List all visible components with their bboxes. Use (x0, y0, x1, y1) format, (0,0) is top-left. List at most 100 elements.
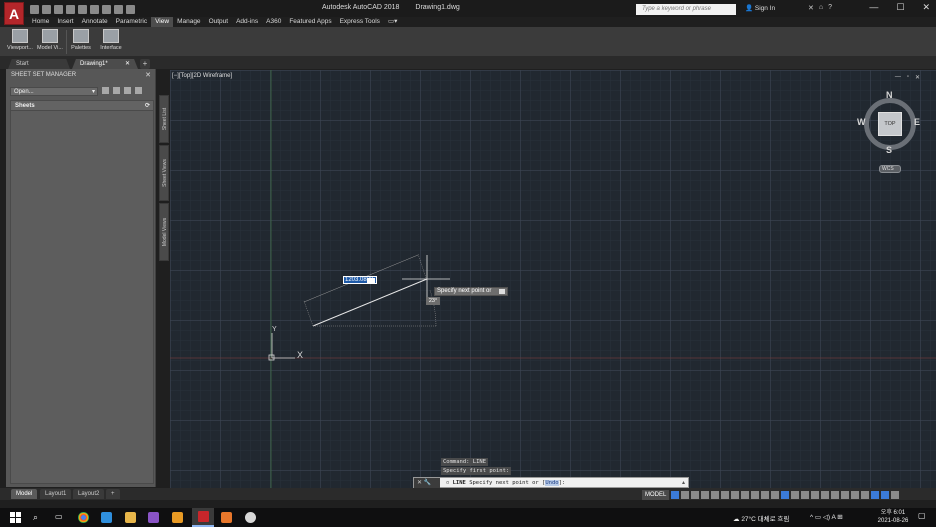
object-snap-icon[interactable] (751, 490, 760, 499)
save-icon[interactable] (54, 4, 63, 14)
tab-annotate[interactable]: Annotate (78, 17, 112, 27)
task-view-icon[interactable]: ▭ (55, 512, 63, 521)
save-as-icon[interactable] (66, 4, 75, 14)
interface-button[interactable]: Interface (97, 28, 125, 56)
open-icon[interactable] (42, 4, 51, 14)
units-icon[interactable] (831, 490, 840, 499)
tab-drawing1[interactable]: Drawing1* ✕ (72, 59, 138, 69)
rhino-icon[interactable] (172, 512, 183, 523)
isodraft-icon[interactable] (731, 490, 740, 499)
grid-icon[interactable] (671, 490, 680, 499)
clock[interactable]: 오후 6:01 2021-08-26 (876, 509, 910, 525)
windows-start-icon[interactable] (10, 512, 21, 523)
tab-sheet-list[interactable]: Sheet List (159, 95, 169, 143)
tab-express-tools[interactable]: Express Tools (336, 17, 384, 27)
close-button[interactable]: ✕ (922, 2, 930, 13)
sheet-selection-icon[interactable] (124, 87, 131, 94)
tab-parametric[interactable]: Parametric (112, 17, 151, 27)
redo-icon[interactable] (114, 4, 123, 14)
dynamic-input-icon[interactable] (701, 490, 710, 499)
hardware-acceleration-icon[interactable] (871, 490, 880, 499)
polar-icon[interactable] (721, 490, 730, 499)
command-prompt[interactable]: ▫ LINE Specify next point or [Undo]: (446, 478, 565, 488)
ime-icon[interactable]: ⊞ (837, 514, 842, 521)
autocad-taskbar-button[interactable] (192, 508, 214, 527)
maximize-button[interactable]: ☐ (896, 2, 904, 13)
sheet-set-dropdown[interactable]: Open... ▾ (10, 87, 98, 96)
tab-output[interactable]: Output (205, 17, 233, 27)
undo-option[interactable]: Undo (545, 480, 559, 486)
close-icon[interactable]: ✕ (417, 480, 422, 486)
compass-south[interactable]: S (886, 145, 892, 155)
customization-icon[interactable] (891, 490, 900, 499)
weather-widget[interactable]: ☁ 27°C 대체로 흐림 (733, 513, 789, 523)
tab-manage[interactable]: Manage (173, 17, 205, 27)
transparency-icon[interactable] (771, 490, 780, 499)
close-icon[interactable]: ✕ (125, 59, 130, 69)
tray-chevron-icon[interactable]: ^ (810, 514, 813, 521)
quick-access-toolbar[interactable] (30, 3, 135, 15)
auto-scale-icon[interactable] (791, 490, 800, 499)
help-icon[interactable]: ? (828, 4, 832, 12)
isolate-objects-icon[interactable] (861, 490, 870, 499)
file-explorer-icon[interactable] (125, 512, 136, 523)
transmit-icon[interactable] (113, 87, 120, 94)
search-icon[interactable]: ⌕ (33, 512, 38, 523)
close-icon[interactable]: ✕ (145, 71, 151, 79)
refresh-icon[interactable]: ⟳ (145, 101, 150, 111)
compass-north[interactable]: N (886, 90, 893, 100)
vscode-icon[interactable] (101, 512, 112, 523)
sign-in-button[interactable]: 👤 Sign In (745, 4, 775, 12)
print-icon[interactable] (90, 4, 99, 14)
annotation-visibility-icon[interactable] (781, 490, 790, 499)
command-line[interactable]: ✕ 🔧 ▫ LINE Specify next point or [Undo]:… (413, 477, 689, 488)
publish-icon[interactable] (102, 87, 109, 94)
model-viewports-button[interactable]: Model Vi... (36, 28, 64, 56)
viewcube-top-face[interactable]: TOP (878, 112, 902, 136)
ortho-icon[interactable] (711, 490, 720, 499)
tab-sheet-views[interactable]: Sheet Views (159, 145, 169, 201)
viewport-config-button[interactable]: Viewport... (6, 28, 34, 56)
new-icon[interactable] (30, 4, 39, 14)
network-icon[interactable]: ▭ (815, 514, 821, 521)
search-input[interactable]: Type a keyword or phrase (636, 4, 736, 15)
undo-icon[interactable] (102, 4, 111, 14)
annotation-scale-icon[interactable] (801, 490, 810, 499)
chrome-icon[interactable] (78, 512, 89, 523)
tab-layout1[interactable]: Layout1 (40, 489, 72, 499)
options-icon[interactable] (135, 87, 142, 94)
chevron-up-icon[interactable]: ▴ (682, 478, 685, 488)
visual-studio-icon[interactable] (148, 512, 159, 523)
notifications-icon[interactable]: ▢ (918, 511, 926, 520)
clean-screen-icon[interactable] (881, 490, 890, 499)
compass-east[interactable]: E (914, 117, 920, 127)
tab-model[interactable]: Model (11, 489, 38, 499)
tab-start[interactable]: Start (8, 59, 70, 69)
add-layout-button[interactable]: + (106, 489, 120, 499)
tab-model-views[interactable]: Model Views (159, 203, 169, 261)
sheet-list[interactable]: Sheets ⟳ (10, 100, 154, 484)
length-input[interactable]: 1203.0820 (343, 276, 377, 284)
tab-a360[interactable]: A360 (262, 17, 285, 27)
lineweight-icon[interactable] (761, 490, 770, 499)
wcs-menu[interactable]: WCS (879, 165, 901, 173)
tab-insert[interactable]: Insert (53, 17, 77, 27)
customize-icon[interactable]: 🔧 (424, 480, 431, 486)
snap-icon[interactable] (681, 490, 690, 499)
palettes-button[interactable]: Palettes (67, 28, 95, 56)
a360-icon[interactable]: ⌂ (819, 4, 823, 12)
tab-featured-apps[interactable]: Featured Apps (285, 17, 335, 27)
annotation-monitor-icon[interactable] (821, 490, 830, 499)
new-tab-button[interactable]: + (140, 59, 150, 69)
viewcube[interactable]: TOP N S E W (856, 90, 926, 160)
options-icon[interactable] (499, 289, 505, 294)
input-language-indicator[interactable]: A (831, 514, 835, 521)
quick-properties-icon[interactable] (841, 490, 850, 499)
application-menu-button[interactable]: A (4, 2, 24, 25)
compass-west[interactable]: W (857, 117, 866, 127)
media-icon[interactable] (245, 512, 256, 523)
plot-icon[interactable] (78, 4, 87, 14)
minimize-button[interactable]: — (869, 2, 878, 13)
model-space-button[interactable]: MODEL (642, 489, 670, 500)
powerpoint-icon[interactable] (221, 512, 232, 523)
